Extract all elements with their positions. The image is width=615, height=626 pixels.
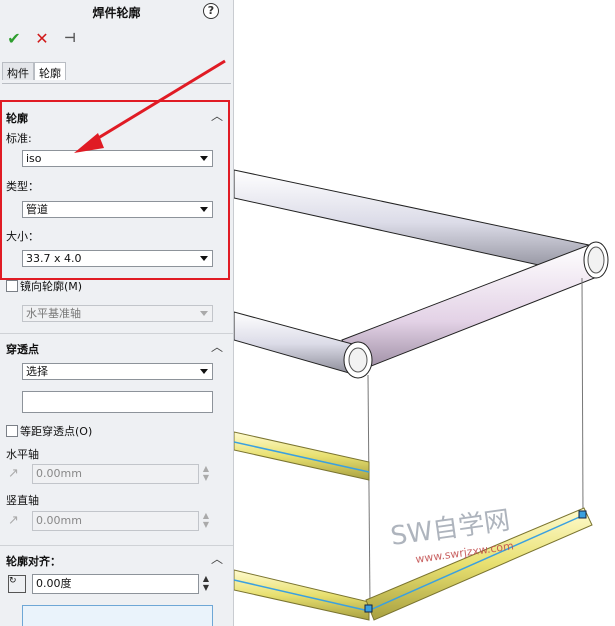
tab-members[interactable]: 构件 — [2, 62, 34, 80]
pierce-select-value: 选择 — [26, 365, 48, 378]
pipe-cross[interactable] — [341, 244, 603, 373]
3d-model-view: SW自学网 www.swrjzxw.com — [234, 169, 609, 621]
horizontal-axis-label: 水平轴 — [6, 448, 39, 461]
type-value: 管道 — [26, 203, 48, 216]
pipe-front[interactable] — [234, 311, 357, 376]
standard-value: iso — [26, 152, 42, 165]
tab-bar: 构件 轮廓 — [2, 62, 66, 80]
pipe-end-inner — [587, 246, 605, 274]
vertical-axis-input[interactable]: 0.00mm — [32, 511, 199, 531]
size-select[interactable]: 33.7 x 4.0 — [22, 250, 213, 267]
preview-edge — [234, 579, 370, 612]
pierce-select[interactable]: 选择 — [22, 363, 213, 380]
chevron-up-icon[interactable]: ︿ — [211, 341, 223, 353]
ok-icon[interactable]: ✔ — [4, 28, 24, 48]
pierce-selection-box[interactable] — [22, 391, 213, 413]
help-icon[interactable]: ? — [203, 3, 219, 19]
preview-pipe-back[interactable] — [234, 431, 370, 481]
section-divider — [0, 333, 233, 334]
mirror-label: 镜向轮廓(M) — [20, 280, 83, 293]
cancel-icon[interactable]: ✕ — [32, 28, 52, 48]
pierce-section-title: 穿透点 — [6, 343, 39, 356]
align-section-title: 轮廓对齐： — [6, 555, 61, 568]
mirror-checkbox[interactable] — [6, 280, 18, 292]
dropdown-arrow-icon — [200, 207, 208, 212]
vertex-handle[interactable] — [578, 510, 587, 519]
pipe-back[interactable] — [234, 169, 590, 276]
pick-arrow-icon: ↗ — [8, 513, 19, 528]
graphics-area[interactable]: SW自学网 www.swrjzxw.com — [234, 0, 615, 626]
size-value: 33.7 x 4.0 — [26, 252, 82, 265]
dropdown-arrow-icon — [200, 369, 208, 374]
angle-spinner-icon[interactable]: ▲ ▼ — [200, 574, 212, 594]
pipe-end-inner — [348, 347, 368, 373]
panel-title: 焊件轮廓 — [92, 6, 141, 20]
dropdown-arrow-icon — [200, 311, 208, 316]
action-bar: ✔ ✕ ⊣ — [4, 28, 80, 48]
pick-arrow-icon: ↗ — [8, 466, 19, 481]
standard-label: 标准: — [6, 132, 32, 145]
equal-pierce-label: 等距穿透点(O) — [20, 425, 93, 438]
vertical-spinner-icon[interactable]: ▲ ▼ — [200, 511, 212, 531]
property-manager-panel: 焊件轮廓 ? ✔ ✕ ⊣ 构件 轮廓 轮廓 ︿ 标准: iso 类型： 管道 大… — [0, 0, 234, 626]
angle-icon: ↻ — [8, 575, 26, 593]
type-select[interactable]: 管道 — [22, 201, 213, 218]
annotation-arrow — [74, 59, 226, 153]
dropdown-arrow-icon — [200, 256, 208, 261]
alignment-selection-box[interactable] — [22, 605, 213, 626]
sketch-line[interactable] — [581, 277, 584, 516]
type-label: 类型： — [6, 180, 39, 193]
chevron-up-icon[interactable]: ︿ — [211, 553, 223, 565]
section-divider — [0, 545, 233, 546]
mirror-axis-value: 水平基准轴 — [26, 307, 81, 320]
pin-icon[interactable]: ⊣ — [60, 28, 80, 48]
profile-section-title: 轮廓 — [6, 112, 28, 125]
horizontal-spinner-icon[interactable]: ▲ ▼ — [200, 464, 212, 484]
horizontal-axis-input[interactable]: 0.00mm — [32, 464, 199, 484]
size-label: 大小： — [6, 230, 39, 243]
vertical-axis-label: 竖直轴 — [6, 494, 39, 507]
angle-input[interactable]: 0.00度 — [32, 574, 199, 594]
mirror-axis-select[interactable]: 水平基准轴 — [22, 305, 213, 322]
sketch-line[interactable] — [367, 374, 371, 606]
vertex-handle[interactable] — [364, 604, 373, 613]
equal-pierce-checkbox[interactable] — [6, 425, 18, 437]
